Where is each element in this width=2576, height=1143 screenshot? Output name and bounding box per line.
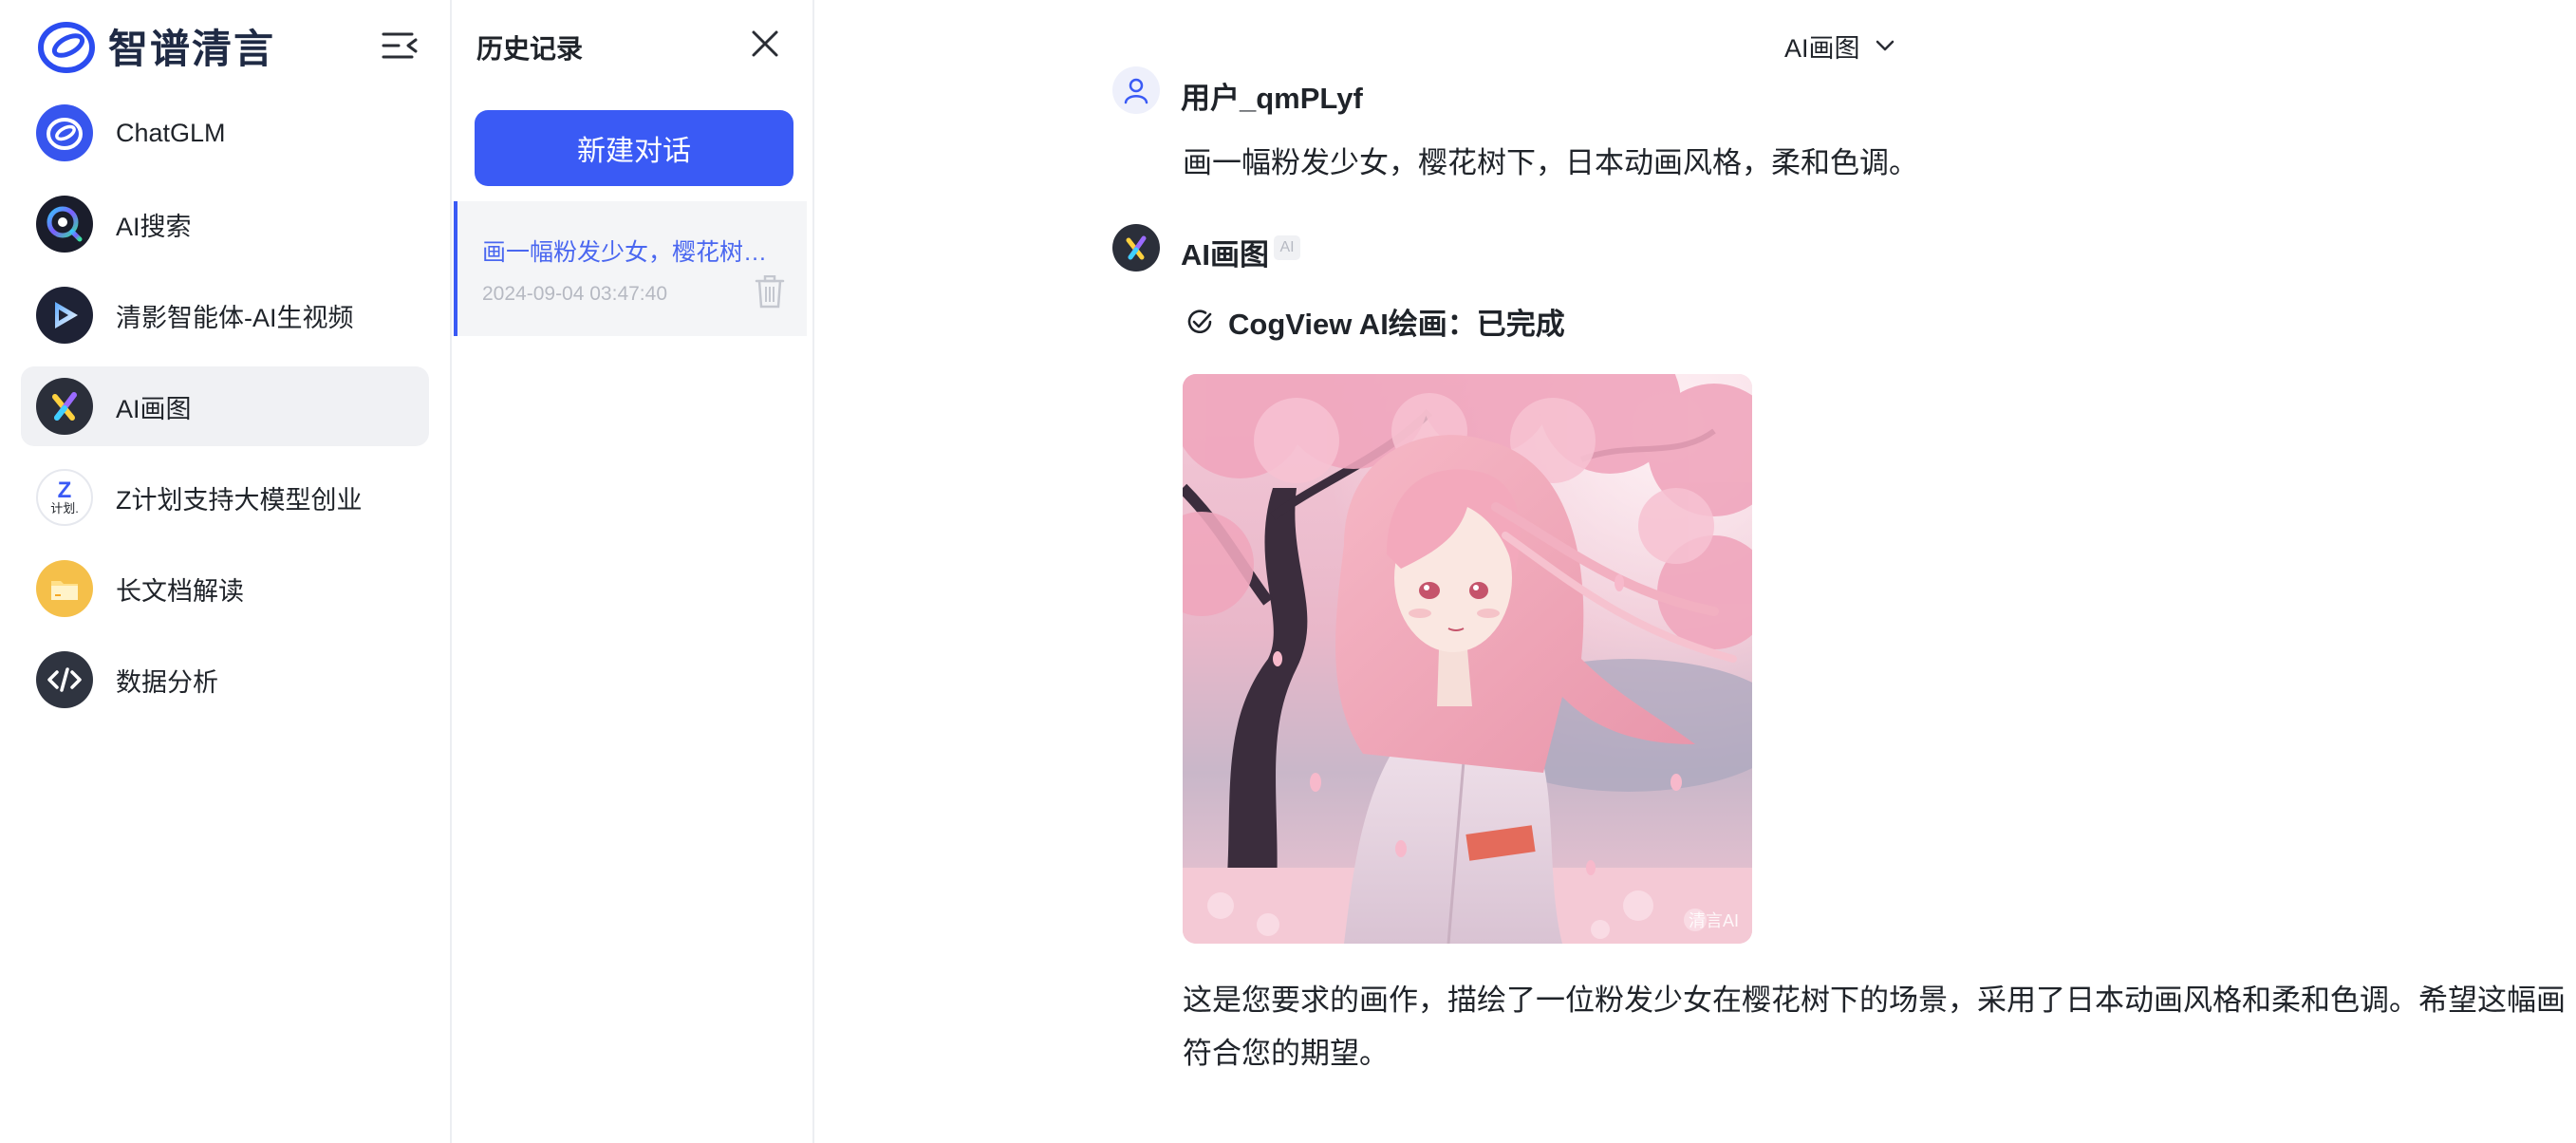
model-selector-label: AI画图 bbox=[1784, 33, 1860, 63]
z-plan-badge-sub: 计划. bbox=[50, 501, 79, 515]
brand[interactable]: 智谱清言 bbox=[36, 15, 275, 76]
collapse-sidebar-icon[interactable] bbox=[380, 25, 421, 66]
ai-badge: AI bbox=[1274, 235, 1300, 260]
trash-icon[interactable] bbox=[754, 275, 786, 309]
brand-logo-icon bbox=[38, 22, 95, 73]
chat-main: AI画图 用户_qmPLyf 画一幅粉发少女，樱花树下，日本动画风格，柔和色调。… bbox=[816, 0, 2576, 1143]
ai-draw-icon bbox=[36, 378, 93, 435]
sidebar-item-label: ChatGLM bbox=[116, 118, 226, 147]
sidebar-item-video[interactable]: 清影智能体-AI生视频 bbox=[21, 275, 429, 355]
ai-draw-icon bbox=[1126, 235, 1147, 260]
chevron-down-icon bbox=[1876, 40, 1894, 51]
z-plan-icon: Z 计划. bbox=[36, 469, 93, 526]
new-chat-button[interactable]: 新建对话 bbox=[475, 110, 793, 186]
image-watermark: 清言AI bbox=[1688, 911, 1739, 930]
bot-name: AI画图 bbox=[1181, 238, 1269, 272]
sidebar-item-long-doc[interactable]: 长文档解读 bbox=[21, 549, 429, 628]
status-text: CogView AI绘画：已完成 bbox=[1228, 308, 1565, 341]
sakura-girl-illustration bbox=[1183, 374, 1752, 944]
sidebar-item-data-analysis[interactable]: 数据分析 bbox=[21, 640, 429, 720]
sidebar-item-label: 长文档解读 bbox=[116, 576, 244, 606]
sidebar-item-label: AI画图 bbox=[116, 394, 192, 423]
generation-status: CogView AI绘画：已完成 bbox=[1185, 300, 1565, 343]
bot-avatar bbox=[1112, 224, 1160, 272]
user-icon bbox=[1124, 78, 1148, 104]
user-name: 用户_qmPLyf bbox=[1181, 82, 1363, 115]
sidebar-item-label: 清影智能体-AI生视频 bbox=[116, 303, 354, 332]
history-item-title: 画一幅粉发少女，樱花树下，日本动画风格，柔和色调。 bbox=[482, 239, 778, 266]
history-item-time: 2024-09-04 03:47:40 bbox=[482, 283, 667, 305]
sidebar-item-z-plan[interactable]: Z 计划. Z计划支持大模型创业 bbox=[21, 458, 429, 537]
ai-search-icon bbox=[36, 196, 93, 253]
history-list-item[interactable]: 画一幅粉发少女，樱花树下，日本动画风格，柔和色调。 2024-09-04 03:… bbox=[454, 201, 807, 336]
video-play-icon bbox=[36, 287, 93, 344]
sidebar: 智谱清言 ChatGLM AI搜索 清影智能体-AI生视频 AI画图 Z 计划.… bbox=[0, 0, 452, 1143]
sidebar-item-label: Z计划支持大模型创业 bbox=[116, 485, 363, 515]
user-message: 画一幅粉发少女，樱花树下，日本动画风格，柔和色调。 bbox=[1183, 146, 1918, 179]
sidebar-item-chatglm[interactable]: ChatGLM bbox=[21, 93, 429, 173]
sidebar-item-ai-draw[interactable]: AI画图 bbox=[21, 366, 429, 446]
code-icon bbox=[36, 651, 93, 708]
sidebar-nav: ChatGLM AI搜索 清影智能体-AI生视频 AI画图 Z 计划. Z计划支… bbox=[21, 93, 429, 731]
model-selector[interactable]: AI画图 bbox=[1784, 27, 1896, 65]
bot-reply-text: 这是您要求的画作，描绘了一位粉发少女在樱花树下的场景，采用了日本动画风格和柔和色… bbox=[1183, 984, 2566, 1070]
sidebar-item-label: AI搜索 bbox=[116, 212, 192, 241]
check-circle-icon bbox=[1187, 309, 1212, 333]
user-avatar bbox=[1112, 66, 1160, 114]
close-icon[interactable] bbox=[748, 27, 782, 61]
generated-image[interactable]: 清言AI bbox=[1183, 374, 1752, 944]
z-plan-badge: Z bbox=[57, 478, 72, 503]
history-title: 历史记录 bbox=[476, 34, 584, 64]
brand-name: 智谱清言 bbox=[108, 26, 276, 71]
sidebar-item-ai-search[interactable]: AI搜索 bbox=[21, 184, 429, 264]
chatglm-icon bbox=[36, 104, 93, 161]
sidebar-item-label: 数据分析 bbox=[116, 667, 218, 697]
folder-icon bbox=[36, 560, 93, 617]
history-panel: 历史记录 新建对话 画一幅粉发少女，樱花树下，日本动画风格，柔和色调。 2024… bbox=[452, 0, 814, 1143]
